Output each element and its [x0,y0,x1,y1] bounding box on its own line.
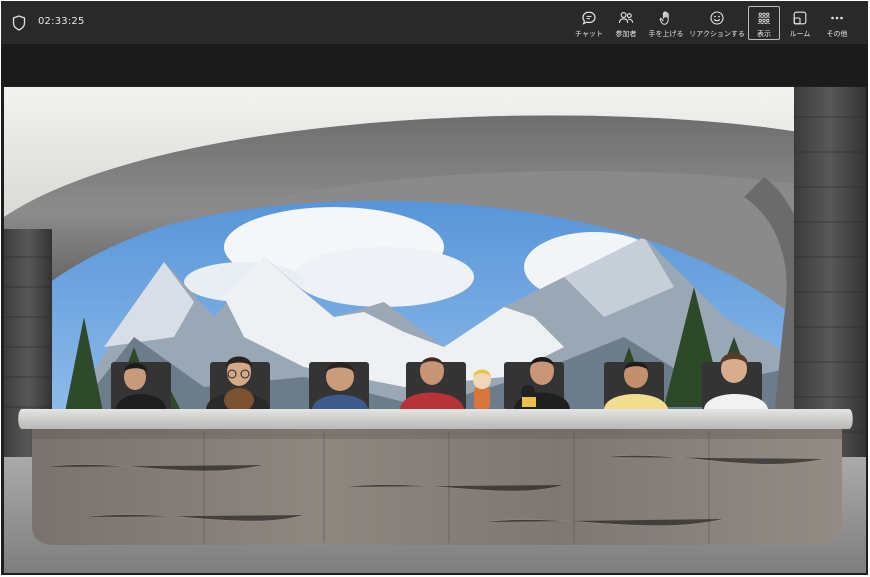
chat-label: チャット [575,30,603,38]
grid-people-icon [758,12,770,25]
participants-button[interactable]: 参加者 [609,6,643,40]
reactions-button[interactable]: リアクションする [689,6,745,40]
stage-header-band [1,45,868,86]
raise-hand-label: 手を上げる [648,30,684,38]
meeting-timer: 02:33:25 [38,16,85,27]
more-button[interactable]: その他 [820,6,854,40]
chat-button[interactable]: チャット [572,6,606,40]
shield-icon[interactable] [12,15,26,31]
desk [18,409,853,545]
participant-4-figurine [473,369,491,409]
view-button[interactable]: 表示 [748,6,780,40]
rooms-icon [793,11,807,25]
chat-bubble-icon [582,11,596,25]
together-mode-scene [4,87,866,573]
ellipsis-icon [831,16,843,20]
meeting-toolbar: 02:33:25 チャット 参加者 手を上げる リアクションする 表示 ルーム … [1,1,868,45]
participants-label: 参加者 [615,30,637,38]
smiley-icon [710,11,724,25]
rooms-button[interactable]: ルーム [783,6,817,40]
rooms-label: ルーム [789,30,811,38]
more-label: その他 [826,30,848,38]
raise-hand-button[interactable]: 手を上げる [646,6,686,40]
people-icon [618,12,634,24]
toolbar-actions: チャット 参加者 手を上げる リアクションする 表示 ルーム その他 [569,6,854,42]
hand-icon [659,11,669,25]
reactions-label: リアクションする [689,30,745,38]
view-label: 表示 [757,30,771,38]
meeting-window: 02:33:25 チャット 参加者 手を上げる リアクションする 表示 ルーム … [1,1,868,575]
